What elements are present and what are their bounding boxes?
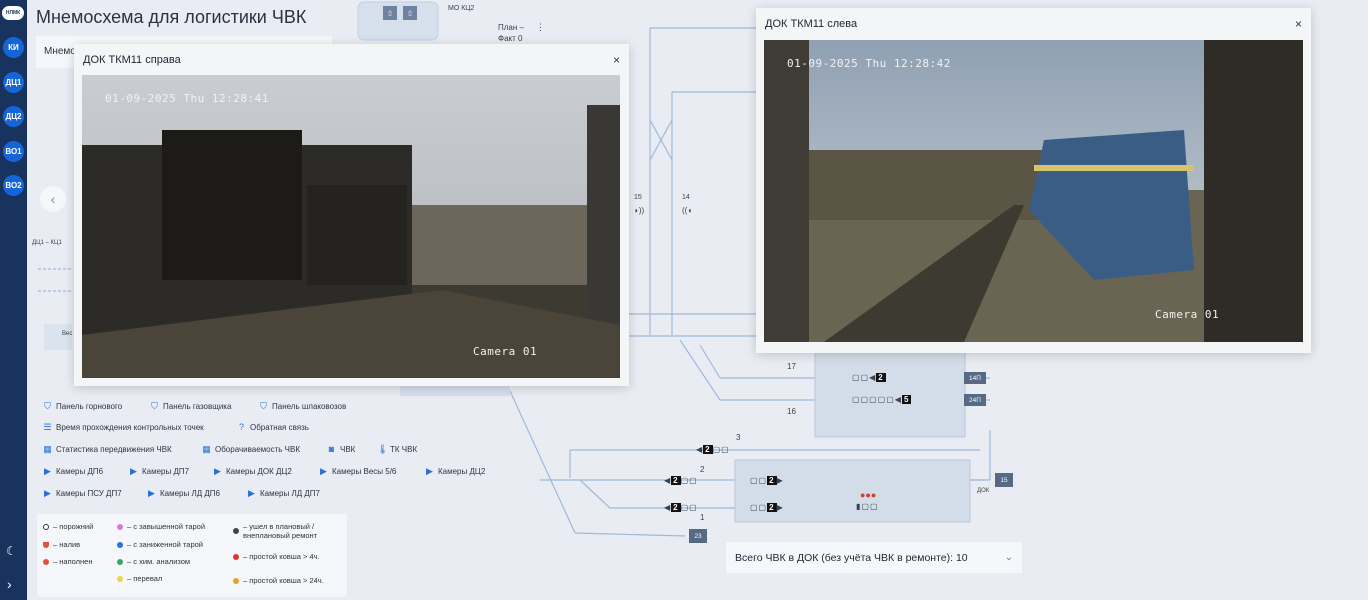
video-panel-right: ДОК ТКМ11 справа × 01-09-2025 Thu 12:28:… xyxy=(74,44,629,386)
thermometer-icon: 🌡 xyxy=(377,444,389,454)
idle-ladle-markers[interactable]: ●●● xyxy=(860,490,876,500)
key-empty: – порожний xyxy=(43,522,93,531)
total-chvk-label: Всего ЧВК в ДОК (без учёта ЧВК в ремонте… xyxy=(735,551,968,564)
key-low-tare: – с заниженной тарой xyxy=(117,540,203,549)
badge-15[interactable]: 15 xyxy=(995,473,1013,487)
badge-24p[interactable]: 24П xyxy=(964,394,986,406)
prev-arrow-button[interactable]: ‹ xyxy=(40,186,66,212)
ves-label: Вес xyxy=(62,331,73,337)
panel-icon: ⛉ xyxy=(260,401,267,411)
symbol-key: – порожний – налив – наполнен – с завыше… xyxy=(37,514,347,597)
badge-14p[interactable]: 14П xyxy=(964,372,986,384)
ladle-train[interactable]: ◀ 2 ▢▢ xyxy=(696,445,730,454)
signal-14-icon: ((◖ xyxy=(682,206,693,215)
track-14-label: 14 xyxy=(682,194,690,201)
ladle-train[interactable]: ▢▢▢▢▢◀ 5 xyxy=(852,395,912,404)
ladle-train[interactable]: ◀ 2 ▢▢ xyxy=(664,476,698,485)
osd-timestamp: 01-09-2025 Thu 12:28:42 xyxy=(787,57,951,70)
link-cam-ld-dp6[interactable]: ▶ Камеры ЛД ДП6 xyxy=(147,488,220,499)
camera-icon: ▶ xyxy=(320,466,327,476)
panel-header: ДОК ТКМ11 справа × xyxy=(74,44,629,75)
dok-label: ДОК xyxy=(977,488,990,494)
track-1-label: 1 xyxy=(700,513,705,522)
key-high-tare: – с завышенной тарой xyxy=(117,522,205,531)
link-control-points-time[interactable]: ☰ Время прохождения контрольных точек xyxy=(43,422,203,433)
signal-15-icon: ◗)) xyxy=(634,206,645,215)
link-cam-psu-dp7[interactable]: ▶ Камеры ПСУ ДП7 xyxy=(43,488,122,499)
video-panel-left: ДОК ТКМ11 слева × 01-09-2025 Thu 12:28:4… xyxy=(756,8,1311,353)
link-panel-gornovogo[interactable]: ⛉ Панель горнового xyxy=(43,401,122,412)
track-17-label: 17 xyxy=(787,362,796,371)
list-icon: ☰ xyxy=(43,422,52,432)
key-overturn: – перевал xyxy=(117,574,162,583)
ladle-train[interactable]: ▢▢◀ 2 xyxy=(852,373,886,382)
mo-label: МО КЦ2 xyxy=(448,5,475,12)
more-icon[interactable]: ⋮ xyxy=(536,22,545,33)
panel-header: ДОК ТКМ11 слева × xyxy=(756,8,1311,39)
link-cam-dp7[interactable]: ▶ Камеры ДП7 xyxy=(129,466,189,477)
link-panel-gazovshchika[interactable]: ⛉ Панель газовщика xyxy=(150,401,231,412)
link-panel-shlakovozov[interactable]: ⛉ Панель шлаковозов xyxy=(259,401,346,412)
camera-feed-right[interactable]: 01-09-2025 Thu 12:28:41 Camera 01 xyxy=(82,75,620,378)
link-feedback[interactable]: ? Обратная связь xyxy=(237,422,309,433)
panel-icon: ⛉ xyxy=(44,401,51,411)
osd-camera: Camera 01 xyxy=(1155,308,1220,321)
camera-feed-left[interactable]: 01-09-2025 Thu 12:28:42 Camera 01 xyxy=(764,40,1303,342)
fact-label: Факт 0 xyxy=(498,34,523,43)
ladle-train[interactable]: ▢▢ 2 ▶ xyxy=(750,476,784,485)
link-cam-dp6[interactable]: ▶ Камеры ДП6 xyxy=(43,466,103,477)
table-icon: ▦ xyxy=(202,444,211,454)
camera-icon: ▶ xyxy=(130,466,137,476)
link-tk-chvk[interactable]: 🌡 ТК ЧВК xyxy=(377,444,417,455)
link-chvk[interactable]: ◙ ЧВК xyxy=(327,444,356,455)
key-chem: – с хим. анализом xyxy=(117,557,190,566)
ladle-train[interactable]: ▢▢ 2 ▶ xyxy=(750,503,784,512)
camera-icon: ▶ xyxy=(148,488,155,498)
camera-icon: ▶ xyxy=(248,488,255,498)
key-idle-24h: – простой ковша > 24ч. xyxy=(233,576,324,585)
camera-icon: ▶ xyxy=(44,466,51,476)
panel-title: ДОК ТКМ11 слева xyxy=(765,17,858,30)
chevron-down-icon: ⌄ xyxy=(1004,552,1013,563)
track-16-label: 16 xyxy=(787,407,796,416)
table-icon: ▦ xyxy=(43,444,52,454)
track-2-label: 2 xyxy=(700,465,705,474)
help-icon: ? xyxy=(238,422,244,432)
link-turnover[interactable]: ▦ Оборачиваемость ЧВК xyxy=(202,444,300,455)
badge-23[interactable]: 23 xyxy=(689,529,707,543)
link-cam-vesy[interactable]: ▶ Камеры Весы 5/6 xyxy=(319,466,396,477)
camera-icon: ▶ xyxy=(426,466,433,476)
phone-icon[interactable]: ▯ xyxy=(383,6,397,20)
link-cam-ld-dp7[interactable]: ▶ Камеры ЛД ДП7 xyxy=(247,488,320,499)
close-icon[interactable]: × xyxy=(613,53,620,67)
camera-icon: ▶ xyxy=(44,488,51,498)
link-cam-dok-dc2[interactable]: ▶ Камеры ДОК ДЦ2 xyxy=(213,466,292,477)
ladle-train[interactable]: ◀ 2 ▢▢ xyxy=(664,503,698,512)
dc-kc-label: ДЦ1 – КЦ1 xyxy=(32,240,62,246)
osd-timestamp: 01-09-2025 Thu 12:28:41 xyxy=(105,92,269,105)
link-stats[interactable]: ▦ Статистика передвижения ЧВК xyxy=(43,444,171,455)
osd-camera: Camera 01 xyxy=(473,345,538,358)
close-icon[interactable]: × xyxy=(1295,17,1302,31)
link-cam-dc2[interactable]: ▶ Камеры ДЦ2 xyxy=(425,466,485,477)
ladle-icon: ◙ xyxy=(328,444,335,454)
panel-title: ДОК ТКМ11 справа xyxy=(83,53,181,66)
camera-image-right xyxy=(82,75,620,378)
camera-icon: ▶ xyxy=(214,466,221,476)
track-3-label: 3 xyxy=(736,433,741,442)
ladle-train[interactable]: ▮▢▢ xyxy=(856,502,879,511)
total-chvk-dropdown[interactable]: Всего ЧВК в ДОК (без учёта ЧВК в ремонте… xyxy=(726,542,1022,573)
key-repair: – ушел в плановый / внеплановый ремонт xyxy=(233,522,343,540)
track-15-label: 15 xyxy=(634,194,642,201)
key-idle-4h: – простой ковша > 4ч. xyxy=(233,552,320,561)
key-pour: – налив xyxy=(43,540,80,549)
filter-icon[interactable]: ▯ xyxy=(403,6,417,20)
camera-image-left xyxy=(764,40,1303,342)
plan-label: План – xyxy=(498,23,524,32)
panel-icon: ⛉ xyxy=(151,401,158,411)
behind-card-label: Мнемо xyxy=(44,46,76,57)
key-filled: – наполнен xyxy=(43,557,92,566)
